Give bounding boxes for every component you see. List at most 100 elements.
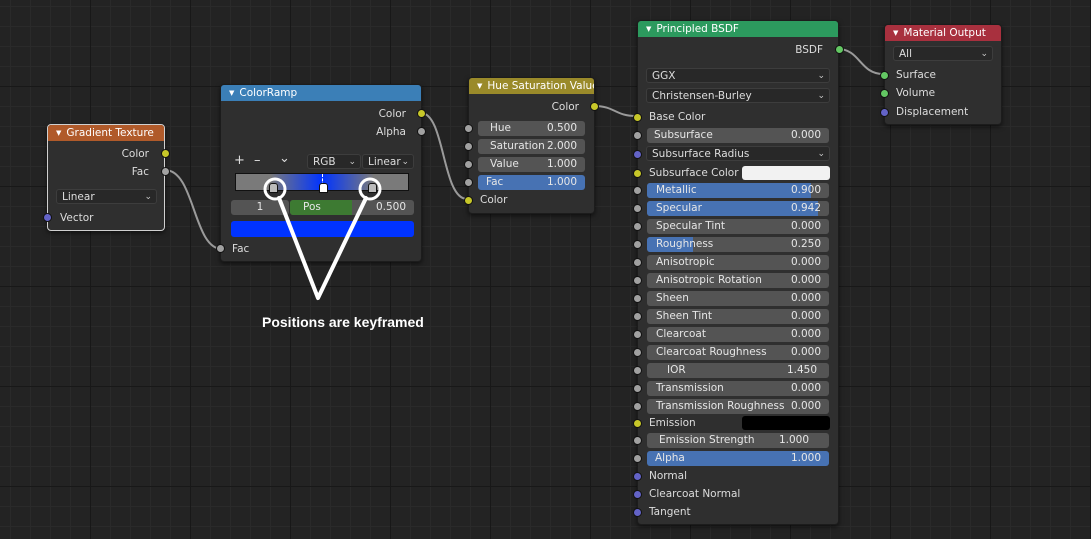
color-stop-handle-right[interactable] xyxy=(368,183,377,193)
input-socket-clearcoat-normal[interactable] xyxy=(633,490,642,499)
input-socket-sheen[interactable] xyxy=(633,294,642,303)
output-socket-color[interactable] xyxy=(161,149,170,158)
input-socket-sheen-tint[interactable] xyxy=(633,312,642,321)
color-stop-handle-left[interactable] xyxy=(269,183,278,193)
node-title: Gradient Texture xyxy=(66,127,154,139)
input-socket-fac[interactable] xyxy=(216,244,225,253)
wire-hsv-to-bsdf xyxy=(593,105,637,117)
sheen-tint-label: Sheen Tint xyxy=(656,310,713,322)
input-socket-roughness[interactable] xyxy=(633,240,642,249)
input-socket-subsurface-radius[interactable] xyxy=(633,150,642,159)
input-socket-color[interactable] xyxy=(464,196,473,205)
material-output-node[interactable]: ▼ Material Output All ⌄ Surface Volume Dis… xyxy=(880,24,1002,125)
gradient-texture-node[interactable]: ▼ Gradient Texture Color Fac Linear ⌄ Vect… xyxy=(43,124,170,231)
chevron-down-icon: ⌄ xyxy=(401,157,409,167)
input-socket-normal[interactable] xyxy=(633,472,642,481)
color-ramp-node[interactable]: ▼ ColorRamp Color Alpha + – ⌄ RGB ⌄ Linear… xyxy=(216,84,426,262)
stop-index-field[interactable]: 1 xyxy=(231,200,289,215)
ramp-menu-button[interactable]: ⌄ xyxy=(279,151,290,166)
input-socket-subsurface[interactable] xyxy=(633,131,642,140)
output-socket-color[interactable] xyxy=(590,102,599,111)
input-socket-tangent[interactable] xyxy=(633,508,642,517)
collapse-triangle-icon[interactable]: ▼ xyxy=(646,25,651,33)
hue-field[interactable]: Hue 0.500 xyxy=(478,121,585,136)
clearcoat-roughness-field[interactable]: Clearcoat Roughness 0.000 xyxy=(647,345,829,360)
input-socket-transmission[interactable] xyxy=(633,384,642,393)
add-stop-button[interactable]: + xyxy=(234,153,245,168)
remove-stop-button[interactable]: – xyxy=(254,153,261,168)
output-socket-color[interactable] xyxy=(417,109,426,118)
value-field[interactable]: Value 1.000 xyxy=(478,157,585,172)
collapse-triangle-icon[interactable]: ▼ xyxy=(893,29,898,37)
alpha-field[interactable]: Alpha 1.000 xyxy=(647,451,829,466)
color-stop-handle-middle[interactable] xyxy=(319,183,328,193)
input-socket-metallic[interactable] xyxy=(633,186,642,195)
clearcoat-field[interactable]: Clearcoat 0.000 xyxy=(647,327,829,342)
subsurface-method-dropdown[interactable]: Christensen-Burley ⌄ xyxy=(646,88,830,103)
saturation-field[interactable]: Saturation 2.000 xyxy=(478,139,585,154)
input-socket-displacement[interactable] xyxy=(880,108,889,117)
gradient-texture-header[interactable]: ▼ Gradient Texture xyxy=(48,125,164,141)
material-output-header[interactable]: ▼ Material Output xyxy=(885,25,1001,41)
input-socket-surface[interactable] xyxy=(880,71,889,80)
color-mode-dropdown[interactable]: RGB ⌄ xyxy=(307,154,361,169)
collapse-triangle-icon[interactable]: ▼ xyxy=(229,89,234,97)
input-socket-volume[interactable] xyxy=(880,89,889,98)
distribution-dropdown[interactable]: GGX ⌄ xyxy=(646,68,830,83)
input-socket-specular-tint[interactable] xyxy=(633,222,642,231)
input-socket-anisotropic-rotation[interactable] xyxy=(633,276,642,285)
ior-value: 1.450 xyxy=(786,364,817,376)
gradient-type-dropdown[interactable]: Linear ⌄ xyxy=(56,189,157,204)
input-socket-emission-strength[interactable] xyxy=(633,436,642,445)
input-socket-clearcoat[interactable] xyxy=(633,330,642,339)
input-socket-specular[interactable] xyxy=(633,204,642,213)
clearcoat-roughness-value: 0.000 xyxy=(790,346,821,358)
metallic-field[interactable]: Metallic 0.900 xyxy=(647,183,829,198)
input-socket-vector[interactable] xyxy=(43,213,52,222)
output-socket-alpha[interactable] xyxy=(417,127,426,136)
specular-field[interactable]: Specular 0.942 xyxy=(647,201,829,216)
input-socket-alpha[interactable] xyxy=(633,454,642,463)
collapse-triangle-icon[interactable]: ▼ xyxy=(477,82,482,90)
output-socket-bsdf[interactable] xyxy=(835,45,844,54)
anisotropic-rotation-field[interactable]: Anisotropic Rotation 0.000 xyxy=(647,273,829,288)
stop-position-field[interactable]: Pos 0.500 xyxy=(290,200,414,215)
alpha-label: Alpha xyxy=(655,452,685,464)
fac-field[interactable]: Fac 1.000 xyxy=(478,175,585,190)
interpolation-dropdown[interactable]: Linear ⌄ xyxy=(362,154,414,169)
hue-saturation-value-node[interactable]: ▼ Hue Saturation Value Color Hue 0.500 Sa… xyxy=(464,77,599,214)
input-socket-subsurface-color[interactable] xyxy=(633,169,642,178)
ior-field[interactable]: IOR 1.450 xyxy=(647,363,829,378)
input-socket-transmission-roughness[interactable] xyxy=(633,402,642,411)
subsurface-field[interactable]: Subsurface 0.000 xyxy=(647,128,829,143)
subsurface-radius-dropdown[interactable]: Subsurface Radius ⌄ xyxy=(646,146,830,161)
roughness-field[interactable]: Roughness 0.250 xyxy=(647,237,829,252)
subsurface-color-swatch[interactable] xyxy=(742,166,830,180)
transmission-roughness-field[interactable]: Transmission Roughness 0.000 xyxy=(647,399,829,414)
wire-gradient-to-ramp xyxy=(164,169,223,250)
input-socket-hue[interactable] xyxy=(464,124,473,133)
target-dropdown[interactable]: All ⌄ xyxy=(893,46,993,61)
collapse-triangle-icon[interactable]: ▼ xyxy=(56,129,61,137)
input-socket-anisotropic[interactable] xyxy=(633,258,642,267)
output-socket-fac[interactable] xyxy=(161,167,170,176)
stop-color-swatch[interactable] xyxy=(231,221,414,237)
input-socket-clearcoat-roughness[interactable] xyxy=(633,348,642,357)
input-socket-fac[interactable] xyxy=(464,178,473,187)
input-socket-saturation[interactable] xyxy=(464,142,473,151)
input-socket-emission[interactable] xyxy=(633,419,642,428)
input-socket-base-color[interactable] xyxy=(633,113,642,122)
sheen-tint-field[interactable]: Sheen Tint 0.000 xyxy=(647,309,829,324)
anisotropic-field[interactable]: Anisotropic 0.000 xyxy=(647,255,829,270)
emission-color-swatch[interactable] xyxy=(742,416,830,430)
sheen-field[interactable]: Sheen 0.000 xyxy=(647,291,829,306)
principled-bsdf-header[interactable]: ▼ Principled BSDF xyxy=(638,21,838,37)
input-socket-ior[interactable] xyxy=(633,366,642,375)
emission-strength-field[interactable]: Emission Strength 1.000 xyxy=(647,433,829,448)
transmission-field[interactable]: Transmission 0.000 xyxy=(647,381,829,396)
input-socket-value[interactable] xyxy=(464,160,473,169)
color-ramp-header[interactable]: ▼ ColorRamp xyxy=(221,85,421,101)
hsv-header[interactable]: ▼ Hue Saturation Value xyxy=(469,78,594,94)
principled-bsdf-node[interactable]: ▼ Principled BSDF BSDF GGX ⌄ Christensen-B… xyxy=(633,20,844,525)
specular-tint-field[interactable]: Specular Tint 0.000 xyxy=(647,219,829,234)
